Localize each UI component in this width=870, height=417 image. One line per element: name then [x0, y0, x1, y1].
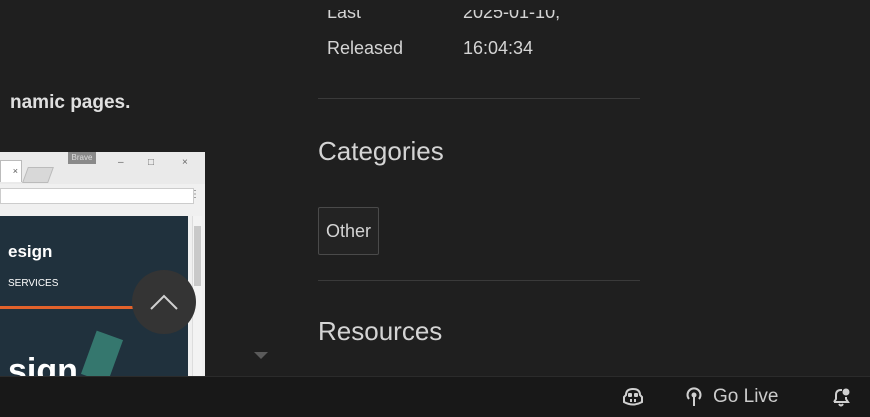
section-divider: [318, 280, 640, 281]
chevron-up-icon: [150, 294, 178, 310]
categories-heading: Categories: [318, 136, 444, 166]
readme-paragraph: namic pages.: [10, 92, 131, 113]
browser-tab-bar: × Brave – □ ×: [0, 152, 205, 184]
notifications-button[interactable]: [830, 377, 852, 417]
go-live-button[interactable]: Go Live: [683, 377, 778, 417]
readme-screenshot-image: × Brave – □ × ⋮ esign SERVICES sign: [0, 152, 205, 376]
copilot-icon: [623, 387, 643, 406]
category-tag-other[interactable]: Other: [318, 207, 380, 255]
status-bar: Go Live: [0, 376, 870, 417]
section-divider: [318, 98, 640, 99]
go-live-label: Go Live: [713, 386, 779, 407]
window-badge: Brave: [68, 152, 96, 164]
site-graphic: [80, 330, 124, 376]
extension-details-panel: namic pages. × Brave – □ × ⋮ esign SERVI…: [0, 10, 870, 376]
caret-down-icon: [254, 352, 268, 359]
scroll-to-top-button[interactable]: [132, 270, 196, 334]
last-released-label-line2: Released: [327, 38, 404, 58]
close-icon: ×: [182, 157, 188, 168]
broadcast-icon: [686, 387, 702, 406]
last-released-label-line1: Last: [327, 10, 362, 22]
maximize-icon: □: [148, 157, 155, 168]
browser-tab: ×: [0, 160, 22, 182]
copilot-status-item[interactable]: [622, 377, 644, 417]
last-released-value-line2: 16:04:34: [463, 38, 534, 58]
site-subtitle: SERVICES: [8, 278, 59, 289]
resources-heading: Resources: [318, 316, 443, 346]
browser-address-bar: [0, 188, 194, 204]
site-hero-text: sign: [8, 352, 78, 376]
new-tab-shape: [22, 167, 54, 183]
bell-dot-icon: [833, 388, 850, 407]
browser-menu-icon: ⋮: [190, 189, 200, 200]
minimize-icon: –: [118, 157, 124, 168]
last-released-value-line1: 2025-01-10,: [463, 10, 561, 22]
site-title: esign: [8, 242, 53, 261]
